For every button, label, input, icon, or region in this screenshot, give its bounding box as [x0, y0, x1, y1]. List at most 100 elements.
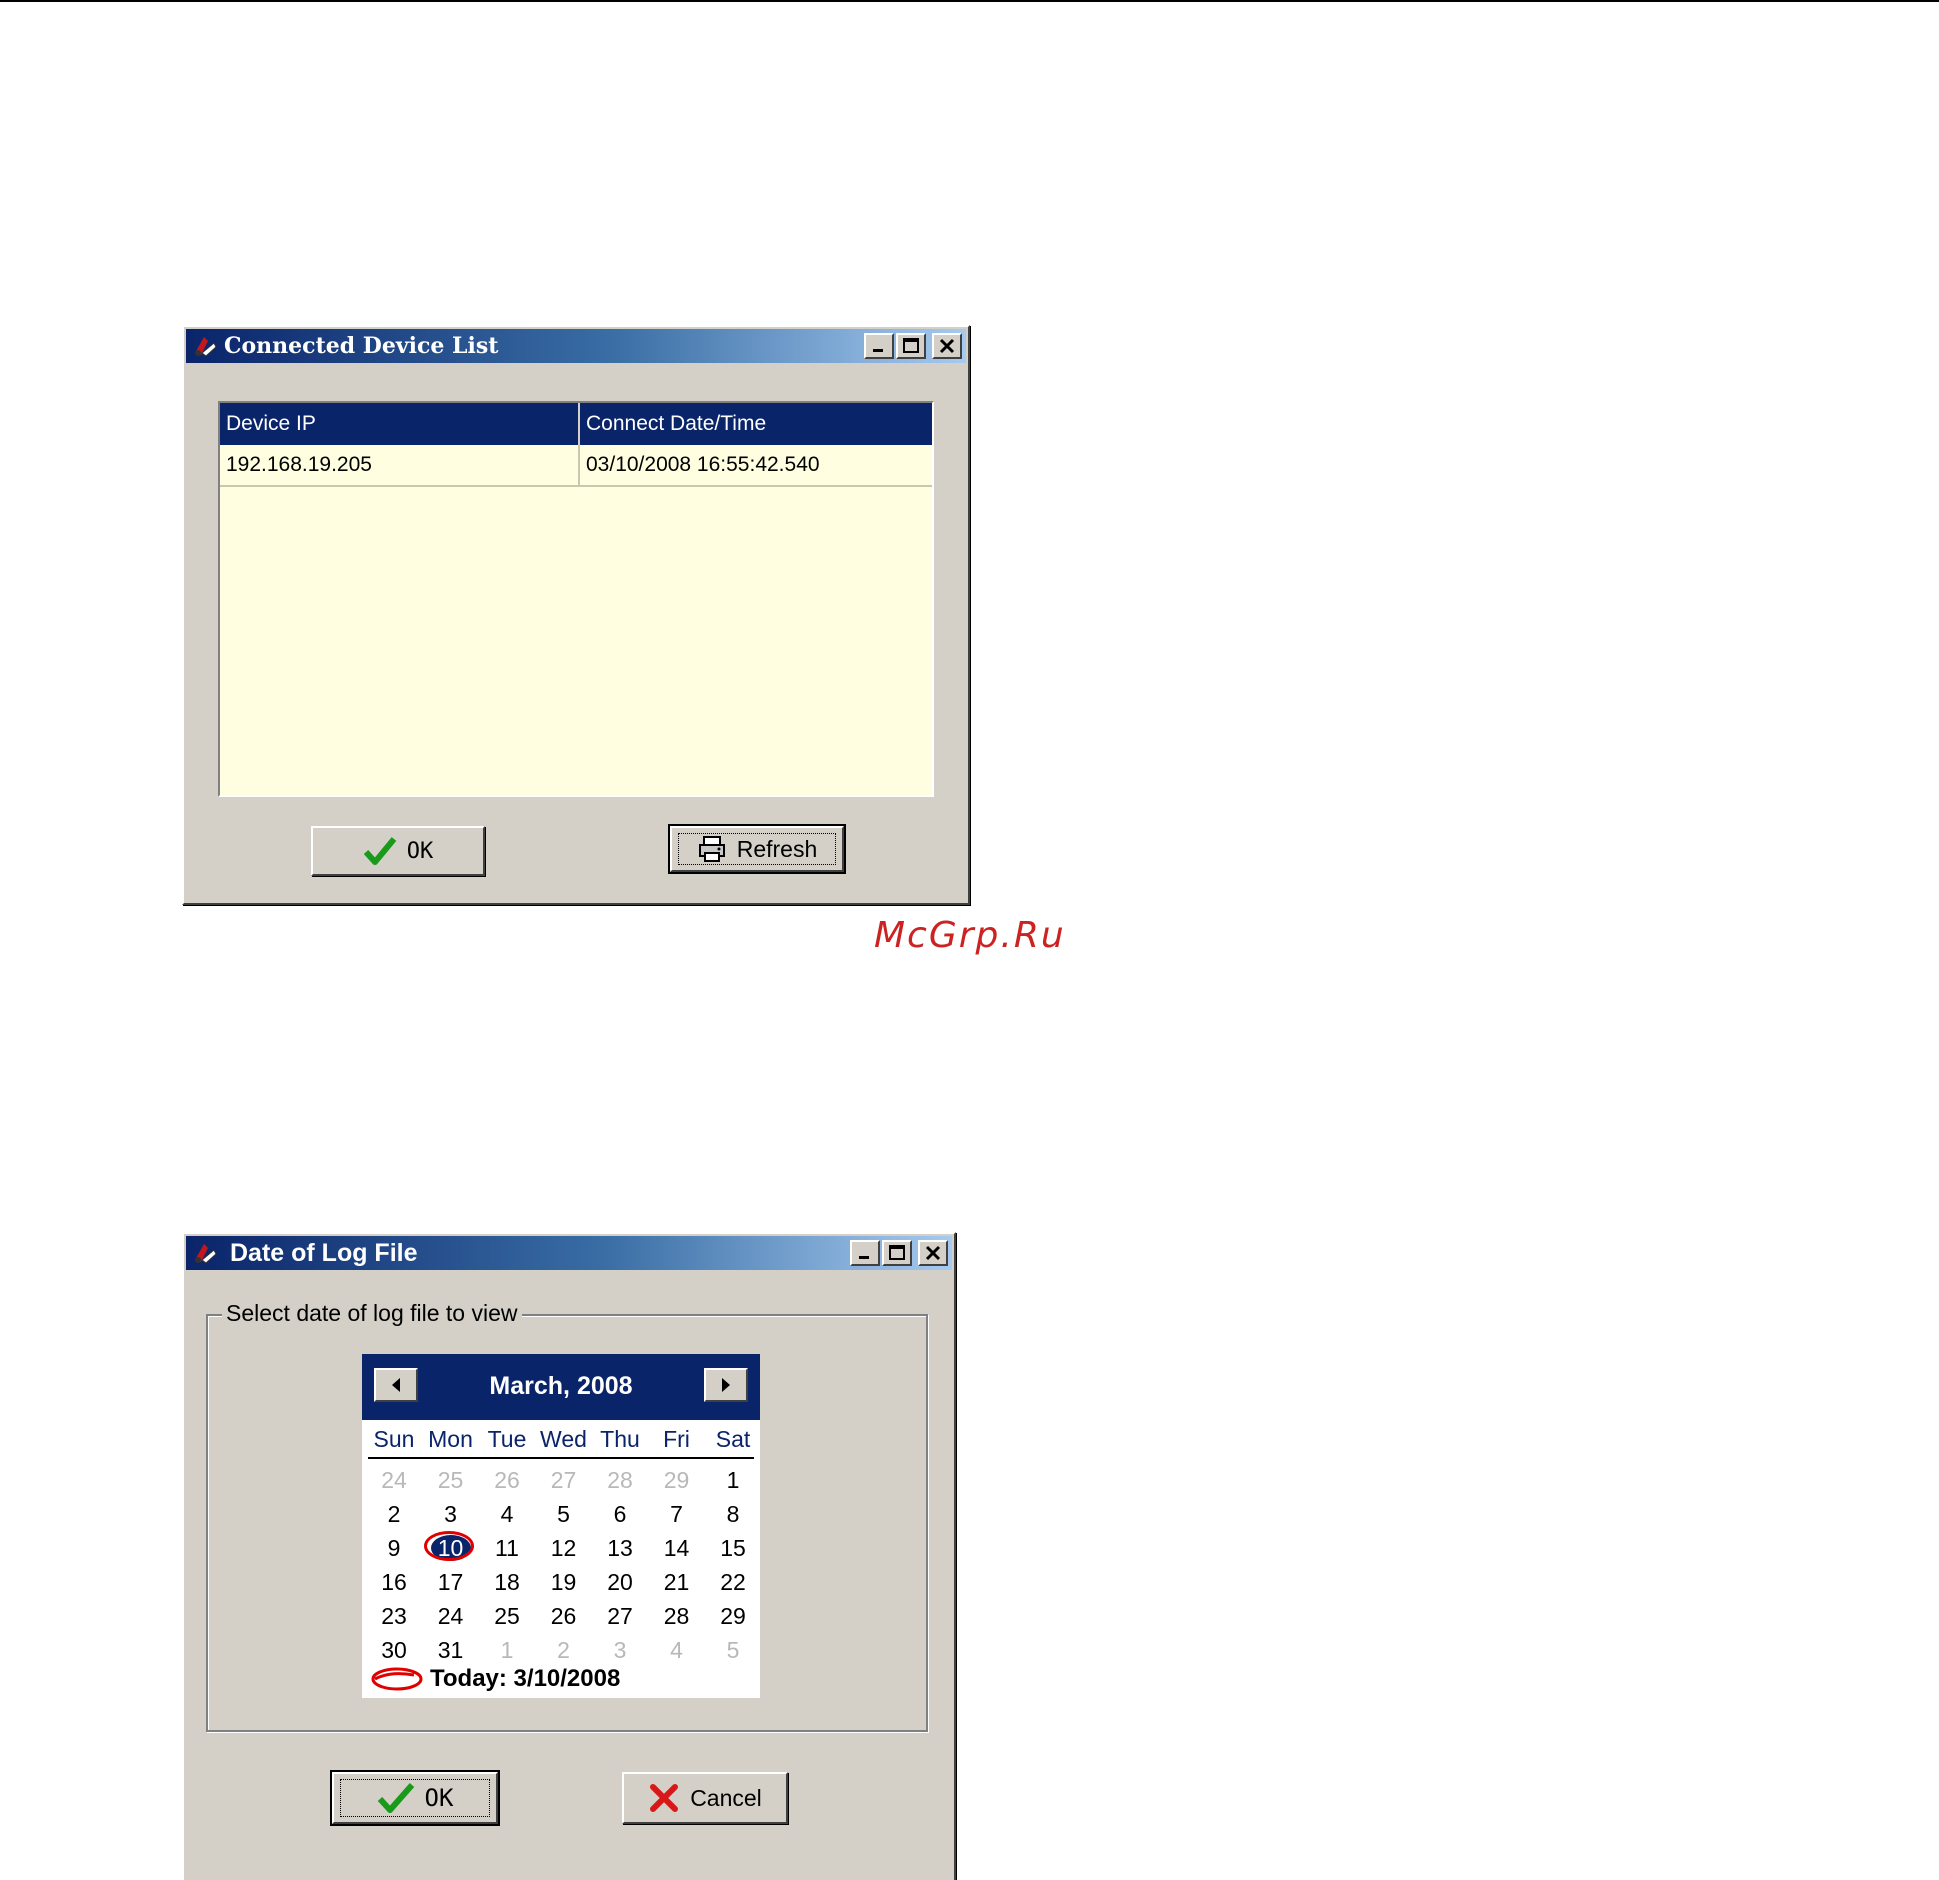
- calendar-day-number: 2: [557, 1637, 570, 1663]
- calendar-day-number: 3: [613, 1637, 627, 1663]
- calendar-day[interactable]: 19: [536, 1566, 592, 1598]
- refresh-label: Refresh: [736, 835, 818, 862]
- maximize-icon: [903, 338, 919, 353]
- calendar-day-number: 16: [381, 1569, 407, 1595]
- calendar-day[interactable]: 29: [649, 1464, 705, 1496]
- calendar-day[interactable]: 27: [536, 1464, 592, 1496]
- calendar-month-label[interactable]: March, 2008: [362, 1372, 760, 1401]
- calendar-day-number: 25: [494, 1603, 520, 1629]
- calendar-day[interactable]: 22: [705, 1566, 761, 1598]
- calendar-day[interactable]: 17: [423, 1566, 479, 1598]
- column-header-connect-datetime[interactable]: Connect Date/Time: [578, 403, 932, 445]
- checkmark-icon: [363, 837, 397, 865]
- watermark-text: McGrp.Ru: [874, 915, 1066, 956]
- close-icon: [939, 338, 955, 354]
- month-calendar[interactable]: March, 2008 Sun Mon Tue Wed Thu Fri Sat 24 25 26…: [362, 1354, 760, 1698]
- next-month-button[interactable]: [704, 1368, 748, 1402]
- calendar-day[interactable]: 9: [366, 1532, 422, 1564]
- calendar-day-number: 23: [381, 1603, 407, 1629]
- calendar-day[interactable]: 5: [705, 1634, 761, 1666]
- calendar-day-number: 5: [557, 1501, 570, 1527]
- calendar-day[interactable]: 28: [649, 1600, 705, 1632]
- calendar-day[interactable]: 13: [592, 1532, 648, 1564]
- maximize-button[interactable]: [896, 333, 926, 359]
- cell-connect-datetime: 03/10/2008 16:55:42.540: [578, 445, 932, 485]
- calendar-day-number: 19: [550, 1569, 577, 1595]
- list-header: Device IP Connect Date/Time: [220, 403, 932, 445]
- refresh-button[interactable]: Refresh: [668, 824, 846, 874]
- calendar-day-number: 28: [607, 1467, 633, 1493]
- close-button[interactable]: [918, 1240, 948, 1266]
- today-link[interactable]: Today: 3/10/2008: [370, 1662, 620, 1696]
- ok-label: OK: [424, 1784, 454, 1812]
- close-icon: [925, 1245, 941, 1261]
- calendar-day[interactable]: 6: [592, 1498, 648, 1530]
- calendar-day[interactable]: 24: [423, 1600, 479, 1632]
- calendar-day[interactable]: 7: [649, 1498, 705, 1530]
- calendar-day[interactable]: 1: [705, 1464, 761, 1496]
- ok-label: OK: [406, 838, 434, 864]
- calendar-day[interactable]: 28: [592, 1464, 648, 1496]
- weekday-wed: Wed: [540, 1426, 587, 1452]
- groupbox-label: Select date of log file to view: [222, 1300, 522, 1327]
- weekday-sat: Sat: [715, 1426, 751, 1452]
- calendar-day[interactable]: 4: [479, 1498, 535, 1530]
- calendar-day[interactable]: 3: [423, 1498, 479, 1530]
- calendar-day[interactable]: 8: [705, 1498, 761, 1530]
- calendar-day-number: 24: [437, 1603, 464, 1629]
- calendar-day-number: 26: [494, 1467, 520, 1493]
- calendar-day[interactable]: 11: [479, 1532, 535, 1564]
- calendar-day[interactable]: 20: [592, 1566, 648, 1598]
- weekday-divider: [368, 1457, 754, 1459]
- calendar-day-number: 17: [437, 1569, 464, 1595]
- table-row[interactable]: 192.168.19.205 03/10/2008 16:55:42.540: [220, 445, 932, 487]
- calendar-day[interactable]: 12: [536, 1532, 592, 1564]
- weekday-thu: Thu: [600, 1426, 640, 1452]
- minimize-button[interactable]: [864, 333, 894, 359]
- calendar-day-number: 4: [500, 1501, 514, 1527]
- calendar-day[interactable]: 5: [536, 1498, 592, 1530]
- today-marker: [423, 1531, 474, 1561]
- checkmark-icon: [377, 1783, 414, 1813]
- calendar-day[interactable]: 23: [366, 1600, 422, 1632]
- calendar-day[interactable]: 26: [536, 1600, 592, 1632]
- calendar-day-number: 28: [663, 1603, 690, 1629]
- device-list-view[interactable]: Device IP Connect Date/Time 192.168.19.2…: [218, 401, 934, 797]
- focus-ring: [340, 1779, 490, 1817]
- calendar-day[interactable]: 14: [649, 1532, 705, 1564]
- title-bar[interactable]: Date of Log File: [186, 1236, 952, 1270]
- calendar-day[interactable]: 27: [592, 1600, 648, 1632]
- calendar-day-number: 6: [613, 1501, 627, 1527]
- calendar-day-number: 26: [550, 1603, 577, 1629]
- today-label: Today: 3/10/2008: [430, 1665, 621, 1692]
- calendar-day[interactable]: 2: [366, 1498, 422, 1530]
- minimize-button[interactable]: [850, 1240, 880, 1266]
- title-bar[interactable]: Connected Device List: [186, 329, 966, 363]
- cross-icon: [650, 1784, 679, 1812]
- calendar-day-number: 24: [381, 1467, 407, 1493]
- cancel-button[interactable]: Cancel: [622, 1772, 788, 1824]
- calendar-day[interactable]: 26: [479, 1464, 535, 1496]
- printer-icon: [698, 836, 725, 862]
- connected-device-list-window: Connected Device List Device IP Connect …: [182, 325, 970, 905]
- calendar-day[interactable]: 16: [366, 1566, 422, 1598]
- calendar-day[interactable]: 29: [705, 1600, 761, 1632]
- close-button[interactable]: [932, 333, 962, 359]
- ok-button[interactable]: OK: [330, 1770, 500, 1826]
- calendar-day[interactable]: 24: [366, 1464, 422, 1496]
- calendar-day[interactable]: 15: [705, 1532, 761, 1564]
- maximize-button[interactable]: [882, 1240, 912, 1266]
- calendar-header: March, 2008: [362, 1354, 760, 1420]
- weekday-sun: Sun: [373, 1426, 415, 1452]
- maximize-icon: [889, 1245, 905, 1260]
- calendar-day-selected[interactable]: 10: [423, 1531, 479, 1564]
- calendar-day[interactable]: 25: [479, 1600, 535, 1632]
- ok-button[interactable]: OK: [311, 826, 485, 876]
- calendar-day[interactable]: 21: [649, 1566, 705, 1598]
- page-top-rule: [0, 0, 1939, 2]
- calendar-day[interactable]: 25: [423, 1464, 479, 1496]
- calendar-day[interactable]: 18: [479, 1566, 535, 1598]
- column-header-device-ip[interactable]: Device IP: [220, 403, 578, 445]
- calendar-day[interactable]: 4: [649, 1634, 705, 1666]
- calendar-day-number: 12: [550, 1535, 577, 1561]
